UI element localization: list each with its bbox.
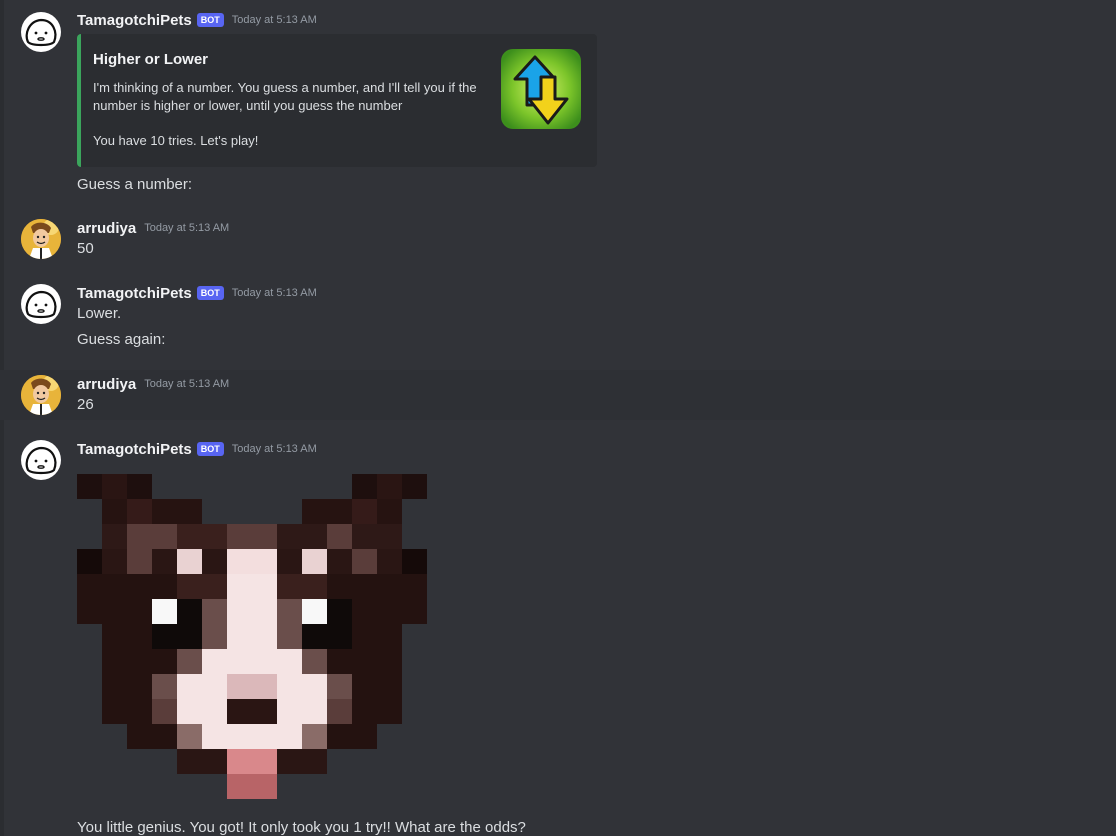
embed-description: I'm thinking of a number. You guess a nu… (93, 80, 477, 113)
bot-badge: BOT (196, 13, 224, 27)
message-header: arrudiya Today at 5:13 AM (77, 374, 229, 394)
message-text: Guess a number: (77, 176, 193, 193)
username[interactable]: TamagotchiPets (77, 12, 192, 29)
embed-thumbnail[interactable] (501, 49, 581, 129)
bot-avatar[interactable] (21, 12, 61, 52)
message-text: 50 (77, 240, 94, 257)
blob-face-avatar-icon (25, 18, 57, 47)
embed-title: Higher or Lower (93, 51, 209, 68)
timestamp[interactable]: Today at 5:13 AM (232, 287, 317, 299)
timestamp[interactable]: Today at 5:13 AM (232, 443, 317, 455)
bot-avatar[interactable] (21, 440, 61, 480)
bot-badge: BOT (196, 286, 224, 300)
username[interactable]: TamagotchiPets (77, 285, 192, 302)
message-text: Lower. (77, 305, 122, 322)
user-avatar[interactable] (21, 219, 61, 259)
message-text: You little genius. You got! It only took… (77, 819, 526, 836)
timestamp[interactable]: Today at 5:13 AM (144, 378, 229, 390)
username[interactable]: TamagotchiPets (77, 441, 192, 458)
game-embed: Higher or Lower I'm thinking of a number… (77, 34, 597, 167)
blob-face-avatar-icon (25, 446, 57, 475)
message-group-4: arrudiya Today at 5:13 AM 26 (0, 370, 1116, 420)
message-group-1: TamagotchiPets BOT Today at 5:13 AM High… (0, 0, 1116, 200)
embed-tries-text: You have 10 tries. Let's play! (93, 133, 259, 148)
up-down-arrows-icon (501, 49, 581, 129)
bot-avatar[interactable] (21, 284, 61, 324)
username[interactable]: arrudiya (77, 376, 136, 393)
timestamp[interactable]: Today at 5:13 AM (232, 14, 317, 26)
cartoon-man-avatar-icon (21, 375, 61, 415)
bot-badge: BOT (196, 442, 224, 456)
message-header: TamagotchiPets BOT Today at 5:13 AM (77, 439, 317, 459)
message-text-2: Guess again: (77, 331, 166, 348)
pixel-art-pet-face-icon (77, 474, 427, 799)
message-header: TamagotchiPets BOT Today at 5:13 AM (77, 10, 317, 30)
message-group-2: arrudiya Today at 5:13 AM 50 (0, 210, 1116, 270)
timestamp[interactable]: Today at 5:13 AM (144, 222, 229, 234)
cartoon-man-avatar-icon (21, 219, 61, 259)
message-header: arrudiya Today at 5:13 AM (77, 218, 229, 238)
pixel-art-pet-image[interactable] (77, 474, 427, 799)
user-avatar[interactable] (21, 375, 61, 415)
username[interactable]: arrudiya (77, 220, 136, 237)
message-header: TamagotchiPets BOT Today at 5:13 AM (77, 283, 317, 303)
blob-face-avatar-icon (25, 290, 57, 319)
message-group-3: TamagotchiPets BOT Today at 5:13 AM Lowe… (0, 275, 1116, 365)
message-text: 26 (77, 396, 94, 413)
